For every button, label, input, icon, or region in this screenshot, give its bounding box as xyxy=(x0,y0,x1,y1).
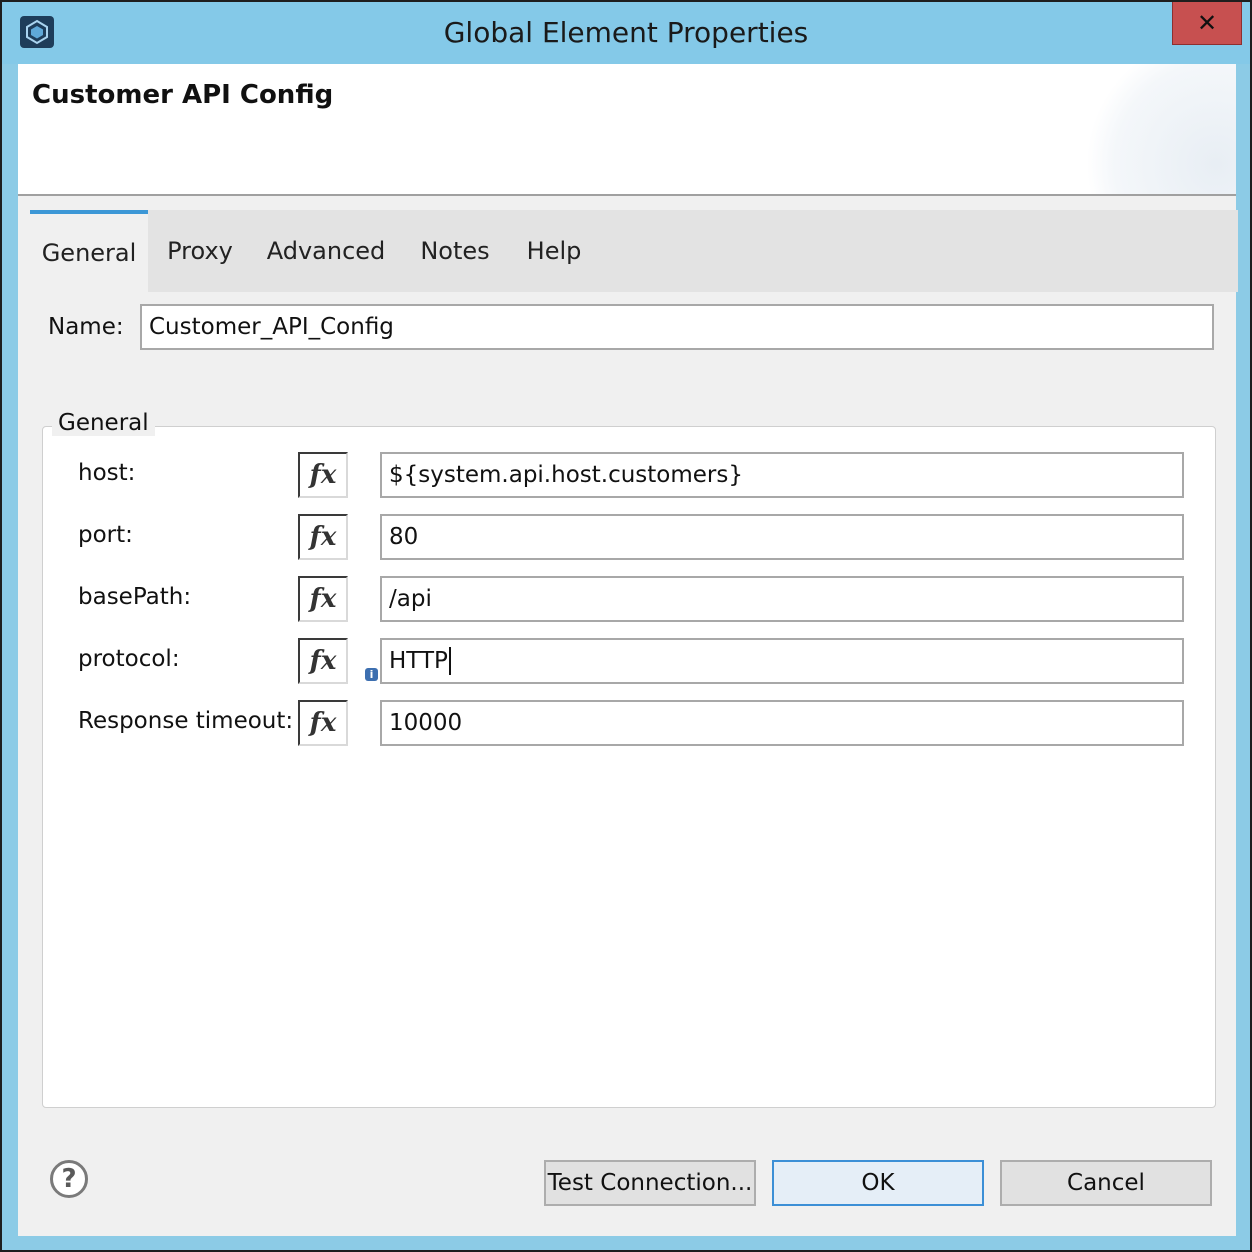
tab-notes[interactable]: Notes xyxy=(418,210,492,292)
text-caret xyxy=(448,647,451,675)
protocol-label: protocol: xyxy=(78,646,180,672)
protocol-input[interactable]: HTTP xyxy=(380,638,1184,684)
basepath-label: basePath: xyxy=(78,584,192,610)
basepath-input-value: /api xyxy=(389,586,432,612)
dialog-client-area: Customer API Config General Proxy Advanc… xyxy=(18,64,1238,1236)
fx-icon: fx xyxy=(309,646,337,676)
host-fx-button[interactable]: fx xyxy=(298,452,348,498)
port-label: port: xyxy=(78,522,133,548)
cancel-button[interactable]: Cancel xyxy=(1000,1160,1212,1206)
name-label: Name: xyxy=(48,314,124,340)
port-fx-button[interactable]: fx xyxy=(298,514,348,560)
host-input[interactable]: ${system.api.host.customers} xyxy=(380,452,1184,498)
response-timeout-label: Response timeout: xyxy=(78,708,294,734)
protocol-fx-button[interactable]: fx xyxy=(298,638,348,684)
title-bar[interactable]: Global Element Properties ✕ xyxy=(2,2,1250,64)
dialog-window: Global Element Properties ✕ Customer API… xyxy=(0,0,1252,1252)
basepath-fx-button[interactable]: fx xyxy=(298,576,348,622)
close-icon: ✕ xyxy=(1196,9,1218,37)
fx-icon: fx xyxy=(309,584,337,614)
port-input-value: 80 xyxy=(389,524,419,550)
test-connection-button[interactable]: Test Connection... xyxy=(544,1160,756,1206)
ok-button[interactable]: OK xyxy=(772,1160,984,1206)
info-icon[interactable]: i xyxy=(365,668,378,681)
port-input[interactable]: 80 xyxy=(380,514,1184,560)
tab-general[interactable]: General xyxy=(30,210,148,292)
help-icon[interactable]: ? xyxy=(50,1160,88,1198)
tab-bar: General Proxy Advanced Notes Help xyxy=(30,210,1238,292)
close-button[interactable]: ✕ xyxy=(1172,2,1242,45)
fx-icon: fx xyxy=(309,708,337,738)
host-input-value: ${system.api.host.customers} xyxy=(389,462,744,488)
response-timeout-input-value: 10000 xyxy=(389,710,463,736)
tab-proxy[interactable]: Proxy xyxy=(162,210,238,292)
protocol-input-value: HTTP xyxy=(389,648,448,674)
tab-advanced[interactable]: Advanced xyxy=(266,210,386,292)
basepath-input[interactable]: /api xyxy=(380,576,1184,622)
header-decoration xyxy=(1076,64,1236,194)
response-timeout-fx-button[interactable]: fx xyxy=(298,700,348,746)
response-timeout-input[interactable]: 10000 xyxy=(380,700,1184,746)
page-title: Customer API Config xyxy=(32,80,334,110)
name-input-value: Customer_API_Config xyxy=(149,314,394,340)
window-title: Global Element Properties xyxy=(443,16,809,49)
name-input[interactable]: Customer_API_Config xyxy=(140,304,1214,350)
header-panel: Customer API Config xyxy=(18,64,1236,196)
general-group-legend: General xyxy=(52,410,155,436)
tab-help[interactable]: Help xyxy=(524,210,584,292)
fx-icon: fx xyxy=(309,460,337,490)
fx-icon: fx xyxy=(309,522,337,552)
host-label: host: xyxy=(78,460,136,486)
